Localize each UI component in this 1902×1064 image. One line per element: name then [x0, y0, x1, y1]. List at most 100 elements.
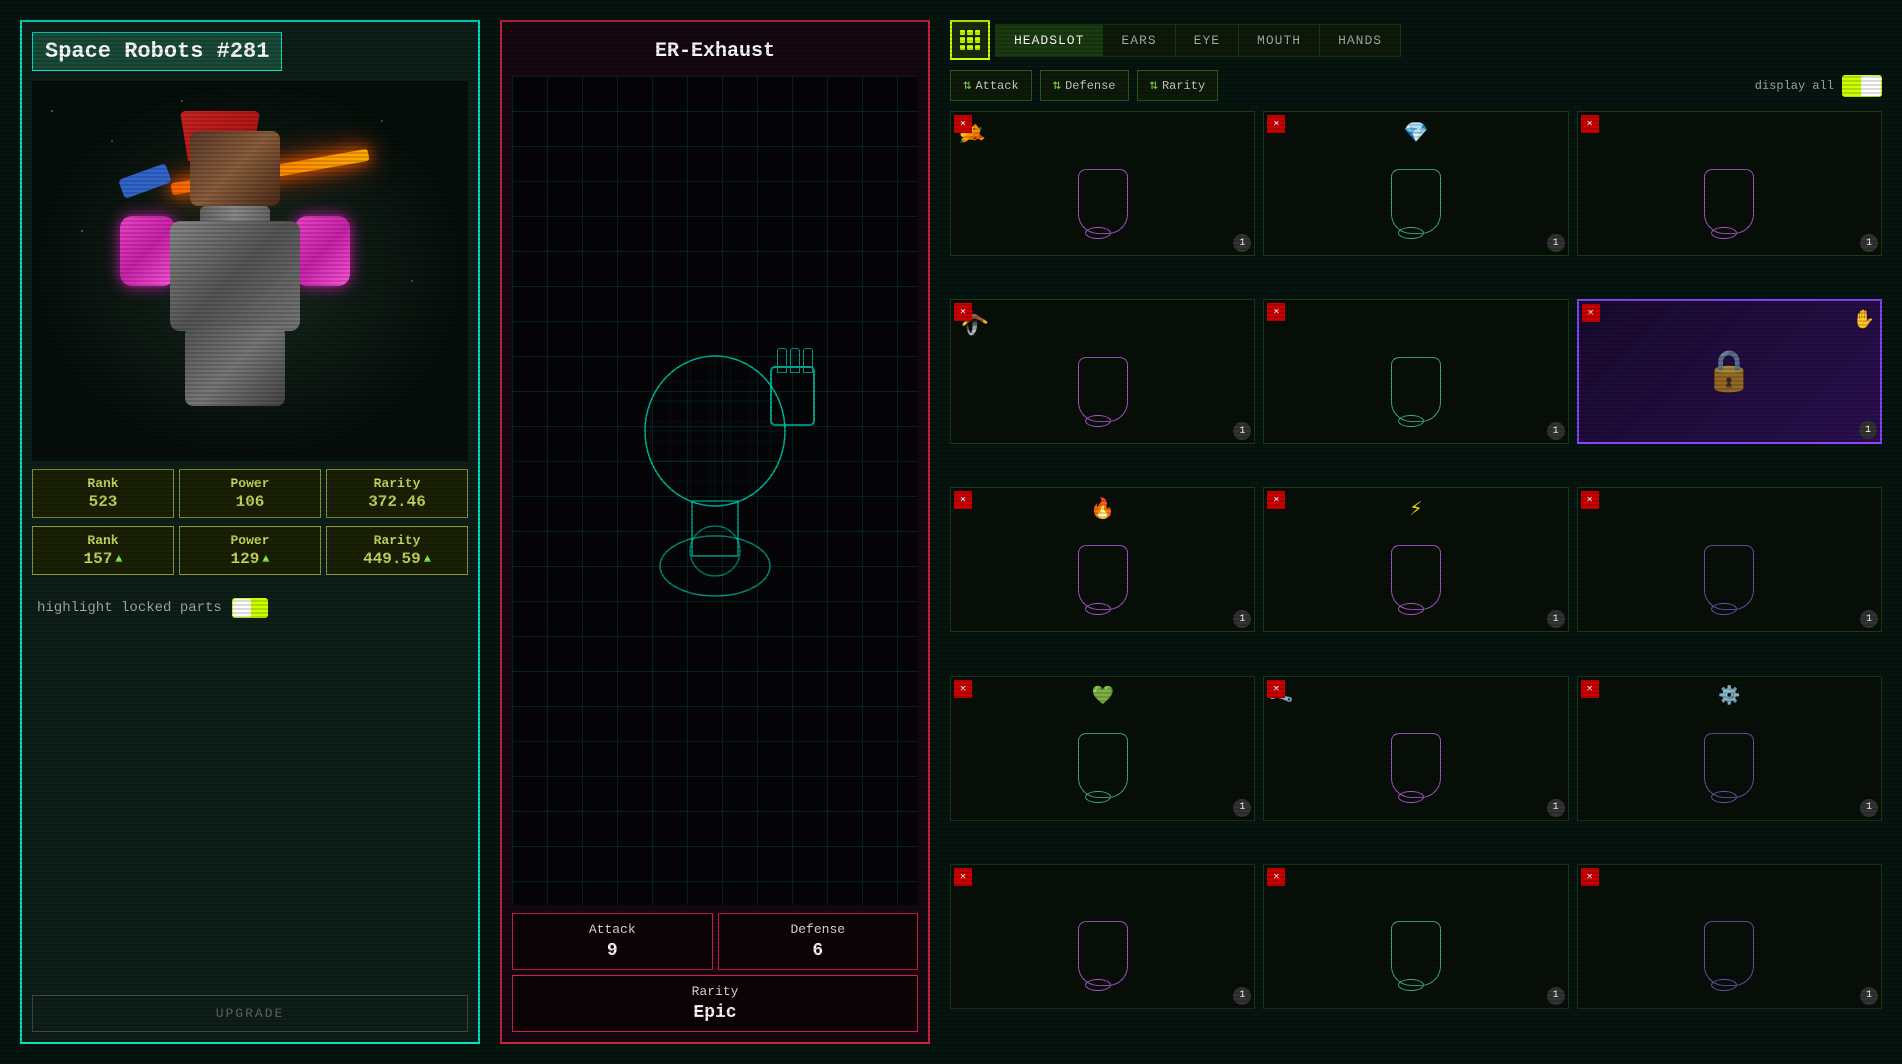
item-attack-value: 9 — [518, 941, 707, 961]
rarity-value-2: 449.59 ▲ — [331, 550, 463, 568]
mini-head-15 — [1699, 906, 1759, 986]
remove-item-4[interactable]: ✕ — [954, 303, 972, 321]
robot-body — [170, 221, 300, 331]
item-thumb-6: 🔒 ✋ — [1579, 301, 1880, 442]
remove-item-7[interactable]: ✕ — [954, 491, 972, 509]
tab-ears[interactable]: EARS — [1102, 24, 1174, 57]
item-thumb-15 — [1578, 865, 1881, 1008]
item-thumb-5 — [1264, 300, 1567, 443]
remove-item-10[interactable]: ✕ — [954, 680, 972, 698]
remove-item-9[interactable]: ✕ — [1581, 491, 1599, 509]
inventory-item-1[interactable]: ✕ 🔫 1 — [950, 111, 1255, 256]
tab-headslot[interactable]: HEADSLOT — [995, 24, 1102, 57]
inventory-item-7[interactable]: ✕ 🔥 1 — [950, 487, 1255, 632]
robot-shoulder-left — [120, 216, 175, 286]
remove-item-3[interactable]: ✕ — [1581, 115, 1599, 133]
stat-power-2: Power 129 ▲ — [179, 526, 321, 575]
inventory-item-4[interactable]: ✕ 🪃 1 — [950, 299, 1255, 444]
item-thumb-13 — [951, 865, 1254, 1008]
rarity-label-2: Rarity — [331, 533, 463, 548]
item-count-2: 1 — [1547, 234, 1565, 252]
remove-item-12[interactable]: ✕ — [1581, 680, 1599, 698]
item-rarity-box: Rarity Epic — [512, 975, 918, 1032]
highlight-toggle[interactable] — [232, 598, 268, 618]
tab-eye[interactable]: EYE — [1175, 24, 1238, 57]
inventory-item-12[interactable]: ✕ ⚙️ 1 — [1577, 676, 1882, 821]
finger-3 — [803, 348, 813, 373]
upgrade-button[interactable]: UPGRADE — [32, 995, 468, 1032]
item-card: ER-Exhaust — [500, 20, 930, 1044]
mini-head-8 — [1386, 530, 1446, 610]
item-thumb-7: 🔥 — [951, 488, 1254, 631]
filter-rarity[interactable]: ⇅ Rarity — [1137, 70, 1219, 101]
inventory-item-6[interactable]: ✕ 🔒 ✋ 1 — [1577, 299, 1882, 444]
sort-icon-rarity: ⇅ — [1150, 77, 1158, 94]
item-count-10: 1 — [1233, 799, 1251, 817]
rank-label-1: Rank — [37, 476, 169, 491]
item-thumb-14 — [1264, 865, 1567, 1008]
mini-head-4 — [1073, 342, 1133, 422]
rarity-value-1: 372.46 — [331, 493, 463, 511]
item-defense-label: Defense — [724, 922, 913, 937]
inventory-item-9[interactable]: ✕ 1 — [1577, 487, 1882, 632]
robot-arm-left — [118, 163, 172, 199]
rank-label-2: Rank — [37, 533, 169, 548]
item-count-11: 1 — [1547, 799, 1565, 817]
item-thumb-8: ⚡ — [1264, 488, 1567, 631]
item-count-14: 1 — [1547, 987, 1565, 1005]
item-count-15: 1 — [1860, 987, 1878, 1005]
filter-attack[interactable]: ⇅ Attack — [950, 70, 1032, 101]
display-toggle-knob — [1861, 76, 1881, 96]
inventory-item-8[interactable]: ✕ ⚡ 1 — [1263, 487, 1568, 632]
highlight-row: highlight locked parts — [32, 590, 468, 626]
robot-lower — [185, 326, 285, 406]
mini-head-13 — [1073, 906, 1133, 986]
inventory-item-10[interactable]: ✕ 💚 1 — [950, 676, 1255, 821]
power-label-2: Power — [184, 533, 316, 548]
inventory-item-3[interactable]: ✕ 1 — [1577, 111, 1882, 256]
mini-head-12 — [1699, 718, 1759, 798]
stat-rarity-1: Rarity 372.46 — [326, 469, 468, 518]
remove-item-13[interactable]: ✕ — [954, 868, 972, 886]
filter-defense[interactable]: ⇅ Defense — [1040, 70, 1129, 101]
item-stats: Attack 9 Defense 6 Rarity Epic — [512, 913, 918, 1032]
stat-rarity-2: Rarity 449.59 ▲ — [326, 526, 468, 575]
inventory-item-5[interactable]: ✕ 1 — [1263, 299, 1568, 444]
tab-hands[interactable]: HANDS — [1319, 24, 1401, 57]
item-attack-label: Attack — [518, 922, 707, 937]
tab-mouth[interactable]: MOUTH — [1238, 24, 1319, 57]
inventory-item-14[interactable]: ✕ 1 — [1263, 864, 1568, 1009]
remove-item-6[interactable]: ✕ — [1582, 304, 1600, 322]
inventory-item-2[interactable]: ✕ 💎 1 — [1263, 111, 1568, 256]
remove-item-8[interactable]: ✕ — [1267, 491, 1285, 509]
rank-value-2: 157 ▲ — [37, 550, 169, 568]
item-thumb-4: 🪃 — [951, 300, 1254, 443]
power-label-1: Power — [184, 476, 316, 491]
remove-item-15[interactable]: ✕ — [1581, 868, 1599, 886]
highlight-label: highlight locked parts — [37, 600, 222, 616]
inventory-panel: HEADSLOT EARS EYE MOUTH HANDS ⇅ Attack ⇅… — [950, 20, 1882, 1044]
inventory-grid: ✕ 🔫 1 ✕ 💎 — [950, 111, 1882, 1044]
filter-row: ⇅ Attack ⇅ Defense ⇅ Rarity display all — [950, 70, 1882, 101]
remove-item-2[interactable]: ✕ — [1267, 115, 1285, 133]
item-rarity-label: Rarity — [518, 984, 912, 999]
mini-head-2 — [1386, 154, 1446, 234]
power-arrow: ▲ — [262, 552, 269, 566]
remove-item-14[interactable]: ✕ — [1267, 868, 1285, 886]
item-thumb-3 — [1578, 112, 1881, 255]
remove-item-1[interactable]: ✕ — [954, 115, 972, 133]
display-all-toggle[interactable] — [1842, 75, 1882, 97]
stat-rank-1: Rank 523 — [32, 469, 174, 518]
power-value-2: 129 ▲ — [184, 550, 316, 568]
grid-view-button[interactable] — [950, 20, 990, 60]
remove-item-5[interactable]: ✕ — [1267, 303, 1285, 321]
rank-arrow: ▲ — [115, 552, 122, 566]
highlight-toggle-knob — [233, 599, 251, 617]
inventory-item-11[interactable]: ✕ 🔧 1 — [1263, 676, 1568, 821]
wireframe-head-svg — [630, 341, 800, 641]
inventory-item-15[interactable]: ✕ 1 — [1577, 864, 1882, 1009]
item-thumb-10: 💚 — [951, 677, 1254, 820]
inventory-item-13[interactable]: ✕ 1 — [950, 864, 1255, 1009]
item-rarity-value: Epic — [518, 1003, 912, 1023]
remove-item-11[interactable]: ✕ — [1267, 680, 1285, 698]
